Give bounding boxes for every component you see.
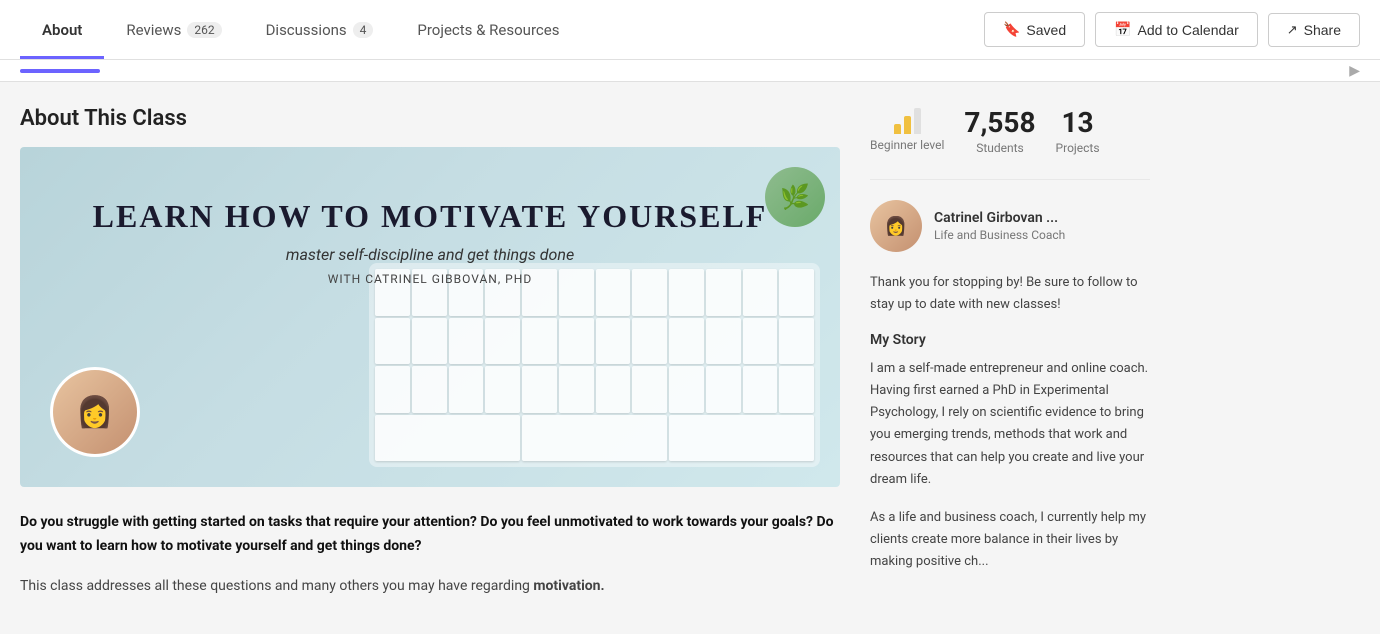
level-label: Beginner level [870, 138, 944, 152]
course-main-title: LEARN HOW TO MOTIVATE YOURSELF [40, 197, 820, 235]
tab-reviews-label: Reviews [126, 21, 181, 39]
students-count: 7,558 [964, 106, 1035, 139]
main-content: About This Class 🌿 👩 LEARN HOW TO MOTIVA… [0, 82, 1380, 622]
description-bold: Do you struggle with getting started on … [20, 511, 840, 559]
instructor-name: Catrinel Girbovan ... [934, 210, 1065, 226]
scroll-indicator [20, 69, 100, 73]
bio-paragraph-2: As a life and business coach, I currentl… [870, 507, 1150, 573]
bio-paragraph-1: I am a self-made entrepreneur and online… [870, 358, 1150, 491]
motivation-word: motivation. [533, 578, 604, 594]
level-bars-icon [894, 106, 921, 134]
reviews-badge: 262 [187, 22, 221, 38]
action-buttons: 🔖 Saved 📅 Add to Calendar ↗ Share [984, 12, 1360, 47]
right-column: Beginner level 7,558 Students 13 Project… [870, 106, 1150, 598]
bar-2 [904, 116, 911, 134]
nav-tabs: About Reviews 262 Discussions 4 Projects… [20, 0, 581, 59]
share-label: Share [1304, 22, 1341, 38]
instructor-info: Catrinel Girbovan ... Life and Business … [934, 210, 1065, 242]
description-normal: This class addresses all these questions… [20, 575, 840, 599]
discussions-badge: 4 [353, 22, 374, 38]
tab-about-label: About [42, 21, 82, 39]
left-column: About This Class 🌿 👩 LEARN HOW TO MOTIVA… [20, 106, 870, 598]
projects-label: Projects [1056, 141, 1100, 155]
share-icon: ↗ [1287, 22, 1298, 38]
course-image: 🌿 👩 LEARN HOW TO MOTIVATE YOURSELF maste… [20, 147, 840, 487]
bio-section-title: My Story [870, 332, 1150, 348]
tab-about[interactable]: About [20, 0, 104, 59]
instructor-avatar: 👩 [870, 200, 922, 252]
course-title-overlay: LEARN HOW TO MOTIVATE YOURSELF master se… [20, 147, 840, 487]
divider-1 [870, 179, 1150, 180]
projects-stat: 13 Projects [1056, 106, 1100, 155]
students-label: Students [964, 141, 1035, 155]
tab-projects-label: Projects & Resources [417, 21, 559, 39]
course-subtitle: master self-discipline and get things do… [40, 245, 820, 264]
instructor-card: 👩 Catrinel Girbovan ... Life and Busines… [870, 200, 1150, 252]
level-stat: Beginner level [870, 106, 944, 152]
navigation-bar: About Reviews 262 Discussions 4 Projects… [0, 0, 1380, 60]
projects-count: 13 [1056, 106, 1100, 139]
calendar-icon: 📅 [1114, 21, 1131, 38]
section-title: About This Class [20, 106, 840, 131]
course-author: with CATRINEL GIBBOVAN, PhD [40, 272, 820, 286]
share-button[interactable]: ↗ Share [1268, 13, 1360, 47]
add-to-calendar-button[interactable]: 📅 Add to Calendar [1095, 12, 1258, 47]
scroll-right-arrow[interactable]: ▶ [1349, 63, 1360, 79]
bar-1 [894, 124, 901, 134]
tab-reviews[interactable]: Reviews 262 [104, 0, 243, 59]
bookmark-icon: 🔖 [1003, 21, 1020, 38]
students-stat: 7,558 Students [964, 106, 1035, 155]
saved-button[interactable]: 🔖 Saved [984, 12, 1085, 47]
instructor-title: Life and Business Coach [934, 228, 1065, 242]
saved-label: Saved [1026, 22, 1066, 38]
tab-discussions[interactable]: Discussions 4 [244, 0, 396, 59]
tab-discussions-label: Discussions [266, 21, 347, 39]
tab-projects[interactable]: Projects & Resources [395, 0, 581, 59]
bio-greeting: Thank you for stopping by! Be sure to fo… [870, 272, 1150, 316]
stats-row: Beginner level 7,558 Students 13 Project… [870, 106, 1150, 155]
calendar-label: Add to Calendar [1138, 22, 1239, 38]
scroll-row: ▶ [0, 60, 1380, 82]
bar-3 [914, 108, 921, 134]
